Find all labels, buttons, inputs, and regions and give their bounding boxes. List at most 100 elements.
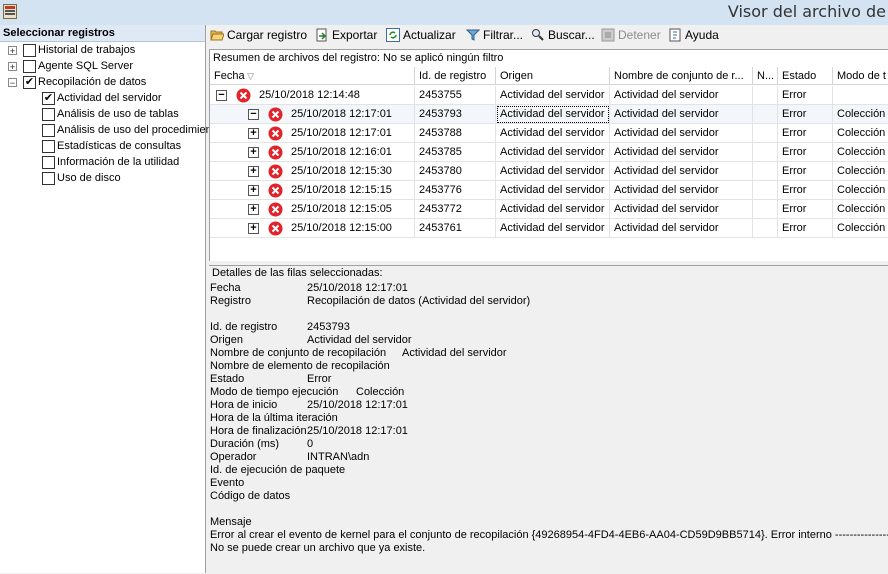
n-cell[interactable] [753,181,778,200]
set-cell[interactable]: Actividad del servidor [610,105,753,124]
expand-icon[interactable]: + [248,166,259,177]
date-cell[interactable]: +25/10/2018 12:16:01 [210,143,415,162]
expand-icon[interactable]: + [248,204,259,215]
set-cell[interactable]: Actividad del servidor [610,124,753,143]
date-cell[interactable]: +25/10/2018 12:15:05 [210,200,415,219]
column-header[interactable]: Modo de t [833,67,888,85]
origin-cell[interactable]: Actividad del servidor [496,181,610,200]
checkbox[interactable] [23,60,36,73]
expand-icon[interactable]: + [248,185,259,196]
table-row[interactable]: +25/10/2018 12:15:05 2453772 Actividad del… [210,200,888,219]
state-cell[interactable]: Error [778,162,833,181]
collapse-icon[interactable]: − [8,78,17,88]
error-icon [236,88,251,103]
checkbox[interactable] [42,108,55,121]
set-cell[interactable]: Actividad del servidor [610,200,753,219]
n-cell[interactable] [753,86,778,105]
column-header[interactable]: Origen [496,67,610,85]
set-cell[interactable]: Actividad del servidor [610,181,753,200]
n-cell[interactable] [753,105,778,124]
expand-icon[interactable]: + [248,128,259,139]
checkbox[interactable]: ✔ [23,76,36,89]
table-row[interactable]: +25/10/2018 12:16:01 2453785 Actividad del… [210,143,888,162]
table-row[interactable]: +25/10/2018 12:15:00 2453761 Actividad del… [210,219,888,238]
date-cell[interactable]: +25/10/2018 12:15:00 [210,219,415,238]
mode-cell[interactable]: Colección [833,219,888,238]
app-icon[interactable] [3,4,17,19]
id-cell[interactable]: 2453780 [415,162,496,181]
mode-cell[interactable]: Colección [833,124,888,143]
id-cell[interactable]: 2453785 [415,143,496,162]
column-header[interactable]: Nombre de conjunto de r... [610,67,753,85]
origin-cell[interactable]: Actividad del servidor [496,219,610,238]
column-header[interactable]: Estado [778,67,833,85]
set-cell[interactable]: Actividad del servidor [610,86,753,105]
n-cell[interactable] [753,143,778,162]
table-row[interactable]: −25/10/2018 12:17:01 2453793 Actividad del… [210,105,888,124]
checkbox[interactable] [42,124,55,137]
id-cell[interactable]: 2453772 [415,200,496,219]
mode-cell[interactable]: Colección [833,181,888,200]
origin-cell[interactable]: Actividad del servidor [496,143,610,162]
checkbox[interactable] [42,140,55,153]
table-row[interactable]: +25/10/2018 12:15:30 2453780 Actividad del… [210,162,888,181]
column-header[interactable]: Id. de registro [415,67,496,85]
state-cell[interactable]: Error [778,219,833,238]
origin-cell[interactable]: Actividad del servidor [496,124,610,143]
table-row[interactable]: +25/10/2018 12:17:01 2453788 Actividad del… [210,124,888,143]
id-cell[interactable]: 2453776 [415,181,496,200]
state-cell[interactable]: Error [778,124,833,143]
origin-cell[interactable]: Actividad del servidor [496,105,610,124]
expand-icon[interactable]: + [248,147,259,158]
mode-cell[interactable] [833,86,888,105]
date-cell[interactable]: +25/10/2018 12:15:30 [210,162,415,181]
state-cell[interactable]: Error [778,86,833,105]
state-cell[interactable]: Error [778,105,833,124]
checkbox[interactable] [23,44,36,57]
export-button[interactable]: Exportar [315,27,377,44]
checkbox[interactable] [42,156,55,169]
set-cell[interactable]: Actividad del servidor [610,143,753,162]
n-cell[interactable] [753,162,778,181]
n-cell[interactable] [753,219,778,238]
filter-button[interactable]: Filtrar... [466,27,523,44]
set-cell[interactable]: Actividad del servidor [610,219,753,238]
checkbox[interactable]: ✔ [42,92,55,105]
mode-cell[interactable]: Colección [833,162,888,181]
id-cell[interactable]: 2453761 [415,219,496,238]
column-header[interactable]: Fecha ▽ [210,67,415,85]
table-row[interactable]: −25/10/2018 12:14:48 2453755 Actividad del… [210,86,888,105]
date-cell[interactable]: +25/10/2018 12:15:15 [210,181,415,200]
id-cell[interactable]: 2453793 [415,105,496,124]
n-cell[interactable] [753,200,778,219]
mode-cell[interactable]: Colección [833,143,888,162]
origin-cell[interactable]: Actividad del servidor [496,162,610,181]
state-cell[interactable]: Error [778,200,833,219]
date-cell[interactable]: +25/10/2018 12:17:01 [210,124,415,143]
collapse-icon[interactable]: − [216,90,227,101]
stop-button[interactable]: Detener [601,27,661,44]
checkbox[interactable] [42,172,55,185]
id-cell[interactable]: 2453755 [415,86,496,105]
table-row[interactable]: +25/10/2018 12:15:15 2453776 Actividad del… [210,181,888,200]
n-cell[interactable] [753,124,778,143]
load-log-button[interactable]: Cargar registro [210,27,307,44]
mode-cell[interactable]: Colección [833,105,888,124]
refresh-button[interactable]: Actualizar [386,27,456,44]
collapse-icon[interactable]: − [248,109,259,120]
origin-cell[interactable]: Actividad del servidor [496,86,610,105]
date-cell[interactable]: − 25/10/2018 12:17:01 [210,105,415,124]
set-cell[interactable]: Actividad del servidor [610,162,753,181]
mode-cell[interactable]: Colección [833,200,888,219]
origin-cell[interactable]: Actividad del servidor [496,200,610,219]
column-header[interactable]: N... [753,67,778,85]
id-cell[interactable]: 2453788 [415,124,496,143]
state-cell[interactable]: Error [778,181,833,200]
expand-icon[interactable]: + [8,62,17,72]
expand-icon[interactable]: + [8,46,17,56]
expand-icon[interactable]: + [248,223,259,234]
search-button[interactable]: Buscar... [531,27,595,44]
state-cell[interactable]: Error [778,143,833,162]
help-button[interactable]: Ayuda [668,27,719,44]
date-cell[interactable]: − 25/10/2018 12:14:48 [210,86,415,105]
